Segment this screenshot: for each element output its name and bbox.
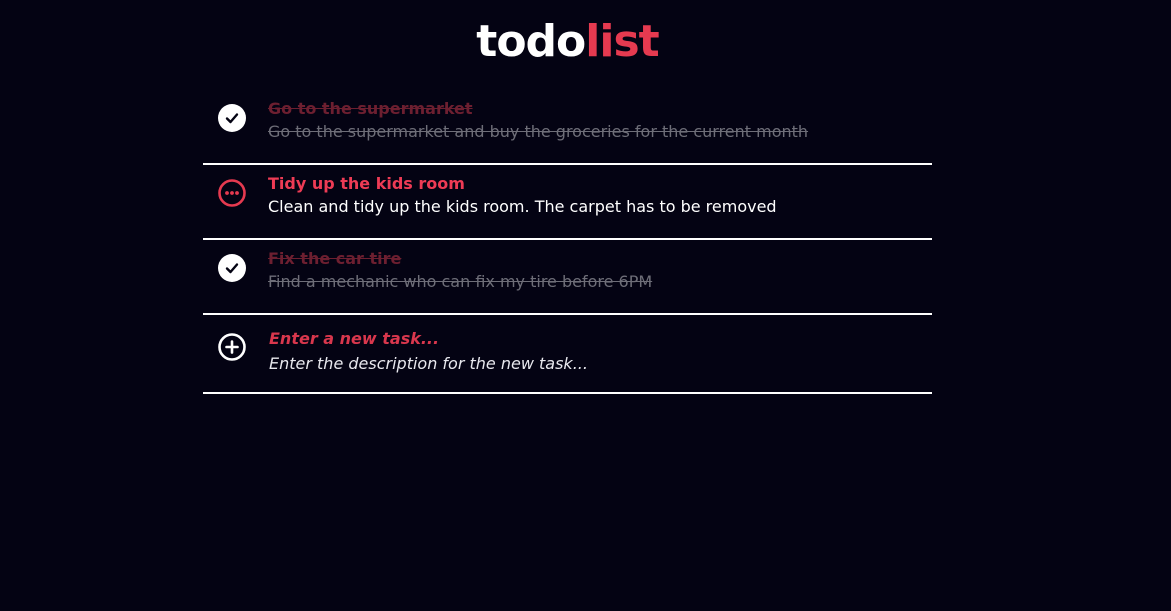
task-item: Fix the car tire Find a mechanic who can… — [203, 240, 932, 315]
todo-app: todolist Go to the supermarket Go to the… — [0, 0, 1171, 611]
task-title[interactable]: Go to the supermarket — [268, 98, 932, 120]
new-task-description-input[interactable] — [269, 351, 869, 377]
task-title[interactable]: Fix the car tire — [268, 248, 932, 270]
new-task-inputs — [269, 327, 932, 377]
more-circle-icon[interactable] — [218, 179, 246, 207]
task-item: Tidy up the kids room Clean and tidy up … — [203, 165, 932, 240]
check-circle-icon[interactable] — [218, 104, 246, 132]
task-description[interactable]: Clean and tidy up the kids room. The car… — [268, 195, 932, 219]
task-title[interactable]: Tidy up the kids room — [268, 173, 932, 195]
task-description[interactable]: Find a mechanic who can fix my tire befo… — [268, 270, 932, 294]
new-task-title-input[interactable] — [269, 327, 869, 351]
app-title: todolist — [0, 14, 1135, 70]
app-title-todo: todo — [476, 16, 586, 67]
task-content: Tidy up the kids room Clean and tidy up … — [268, 173, 932, 219]
task-description[interactable]: Go to the supermarket and buy the grocer… — [268, 120, 932, 144]
new-task-form — [203, 315, 932, 394]
task-content: Go to the supermarket Go to the supermar… — [268, 98, 932, 144]
task-content: Fix the car tire Find a mechanic who can… — [268, 248, 932, 294]
app-title-list: list — [585, 16, 659, 67]
task-item: Go to the supermarket Go to the supermar… — [203, 90, 932, 165]
check-circle-icon[interactable] — [218, 254, 246, 282]
plus-circle-icon[interactable] — [218, 333, 246, 361]
task-list: Go to the supermarket Go to the supermar… — [203, 90, 932, 394]
